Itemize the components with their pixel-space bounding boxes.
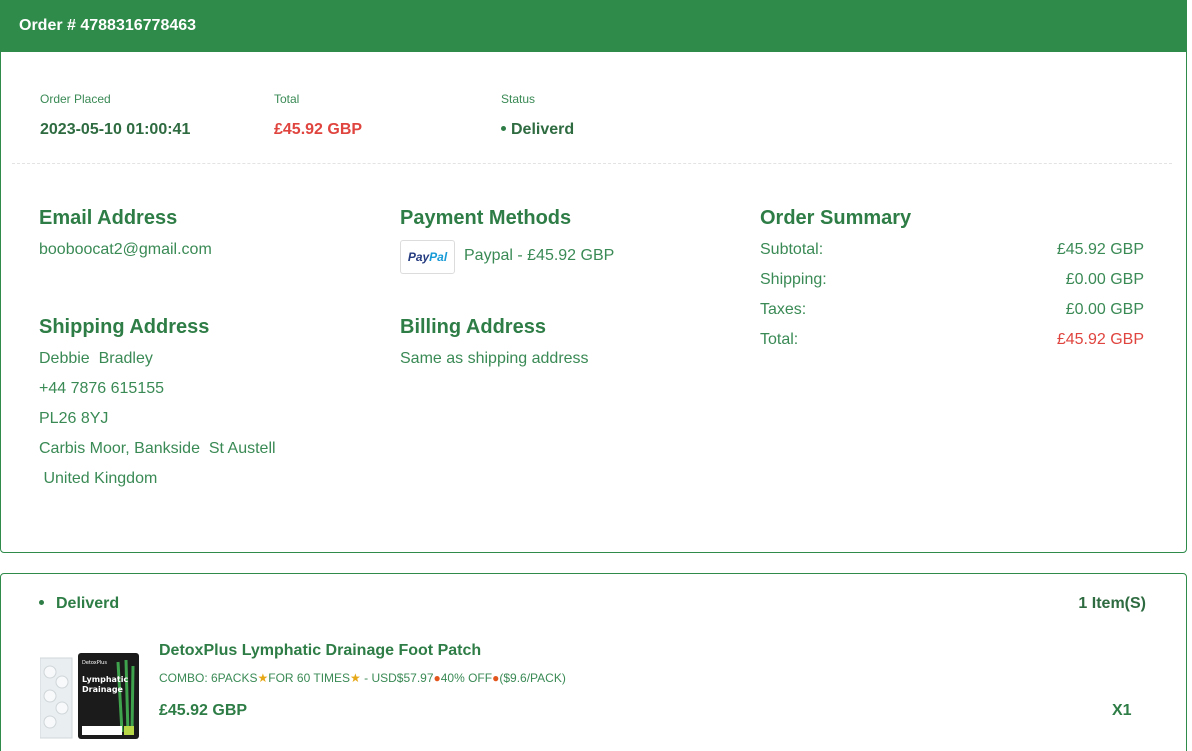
svg-text:Drainage: Drainage xyxy=(82,685,124,694)
items-status: Deliverd xyxy=(39,595,119,613)
divider xyxy=(12,163,1172,164)
shipping-phone: +44 7876 615155 xyxy=(39,380,165,397)
items-count: 1 Item(S) xyxy=(1078,595,1146,612)
product-price: £45.92 GBP xyxy=(159,702,248,719)
shipping-country: United Kingdom xyxy=(39,470,158,487)
shipping-name: Debbie Bradley xyxy=(39,350,153,367)
svg-text:DetoxPlus: DetoxPlus xyxy=(82,660,107,666)
product-quantity: X1 xyxy=(1112,702,1132,719)
summary-row-subtotal: Subtotal: £45.92 GBP xyxy=(760,241,1144,258)
items-card xyxy=(0,573,1187,751)
product-variant: COMBO: 6PACKS★FOR 60 TIMES★ - USD$57.97●… xyxy=(159,671,566,685)
star-icon: ★ xyxy=(257,671,269,685)
summary-row-total: Total: £45.92 GBP xyxy=(760,331,1144,348)
order-number-header: Order # 4788316778463 xyxy=(1,1,1186,52)
status-value: Deliverd xyxy=(501,121,574,139)
shipping-street: Carbis Moor, Bankside St Austell xyxy=(39,440,276,457)
product-name[interactable]: DetoxPlus Lymphatic Drainage Foot Patch xyxy=(159,642,481,660)
billing-title: Billing Address xyxy=(400,316,546,338)
payment-title: Payment Methods xyxy=(400,207,572,229)
status-label: Status xyxy=(501,92,536,106)
order-summary-title: Order Summary xyxy=(760,207,912,229)
status-dot-icon xyxy=(501,125,506,131)
order-placed-value: 2023-05-10 01:00:41 xyxy=(40,121,191,138)
shipping-postcode: PL26 8YJ xyxy=(39,410,109,427)
star-icon: ★ xyxy=(350,671,361,685)
svg-text:Lymphatic: Lymphatic xyxy=(82,675,128,684)
paypal-logo-icon: Pay Pal xyxy=(400,240,455,274)
status-dot-icon xyxy=(39,599,44,605)
email-value: booboocat2@gmail.com xyxy=(39,241,212,258)
billing-value: Same as shipping address xyxy=(400,350,589,367)
payment-value: Paypal - £45.92 GBP xyxy=(464,247,615,264)
summary-row-taxes: Taxes: £0.00 GBP xyxy=(760,301,1144,318)
summary-row-shipping: Shipping: £0.00 GBP xyxy=(760,271,1144,288)
fire-icon: ● xyxy=(433,671,441,685)
email-title: Email Address xyxy=(39,207,178,229)
total-value: £45.92 GBP xyxy=(274,121,363,138)
shipping-title: Shipping Address xyxy=(39,316,210,338)
product-image[interactable]: DetoxPlus Lymphatic Drainage xyxy=(40,652,140,740)
order-placed-label: Order Placed xyxy=(40,92,111,106)
total-label: Total xyxy=(274,92,300,106)
